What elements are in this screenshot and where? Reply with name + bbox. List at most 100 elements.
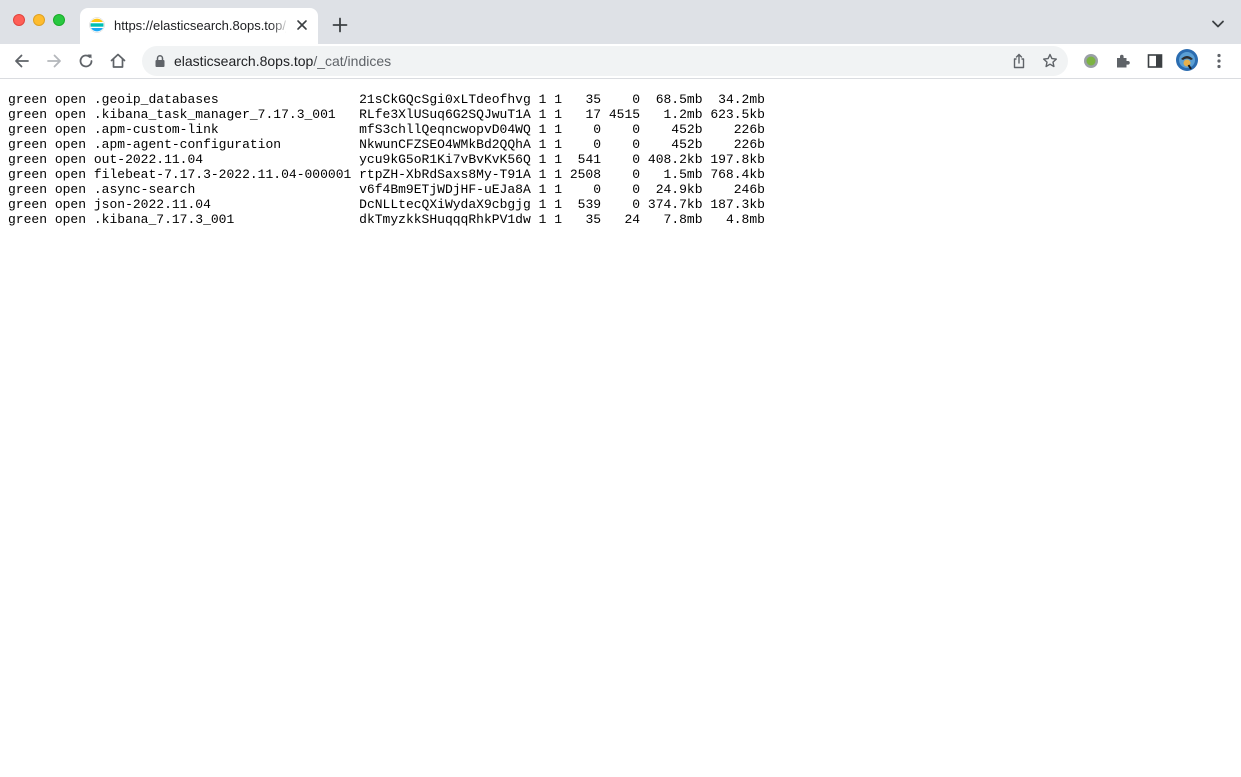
cell-pri-store-size: 4.8mb <box>725 212 765 227</box>
index-row: green open .apm-agent-configuration Nkwu… <box>8 137 765 152</box>
close-icon[interactable] <box>294 17 310 33</box>
cell-uuid: dkTmyzkkSHuqqqRhkPV1dw <box>359 212 531 227</box>
cell-pri-store-size: 246b <box>733 182 765 197</box>
cell-rep: 1 <box>554 107 563 122</box>
cell-index: .geoip_databases <box>93 92 219 107</box>
cell-rep: 1 <box>554 167 563 182</box>
cell-store-size: 452b <box>671 122 703 137</box>
cell-pri: 1 <box>538 167 547 182</box>
cell-store-size: 374.7kb <box>647 197 703 212</box>
cell-status: open <box>54 182 87 197</box>
cell-status: open <box>54 137 87 152</box>
cell-rep: 1 <box>554 212 563 227</box>
url-host: elasticsearch.8ops.top <box>174 53 314 69</box>
cell-rep: 1 <box>554 152 563 167</box>
cell-pri: 1 <box>538 152 547 167</box>
cell-index: out-2022.11.04 <box>93 152 204 167</box>
cell-pri: 1 <box>538 122 547 137</box>
cell-rep: 1 <box>554 92 563 107</box>
cat-indices-output: green open .geoip_databases 21sCkGQcSgi0… <box>8 92 765 227</box>
cell-docs-count: 35 <box>585 92 602 107</box>
browser-tab[interactable]: https://elasticsearch.8ops.top/_cat/indi… <box>80 8 318 44</box>
extension-status-icon[interactable] <box>1081 51 1101 71</box>
cell-docs-deleted: 0 <box>632 152 641 167</box>
cell-pri: 1 <box>538 137 547 152</box>
cell-store-size: 24.9kb <box>655 182 703 197</box>
cell-docs-count: 539 <box>577 197 602 212</box>
plus-icon[interactable] <box>330 15 350 35</box>
cell-pri-store-size: 226b <box>733 137 765 152</box>
avatar[interactable] <box>1176 49 1198 71</box>
cell-health: green <box>8 107 48 122</box>
url-text[interactable]: elasticsearch.8ops.top/_cat/indices <box>174 52 391 70</box>
cell-health: green <box>8 197 48 212</box>
cell-uuid: mfS3chllQeqncwopvD04WQ <box>359 122 531 137</box>
cell-pri-store-size: 187.3kb <box>710 197 765 212</box>
window-minimize-button[interactable] <box>33 14 45 26</box>
index-row: green open .async-search v6f4Bm9ETjWDjHF… <box>8 182 765 197</box>
index-row: green open .kibana_task_manager_7.17.3_0… <box>8 107 765 122</box>
cell-status: open <box>54 167 87 182</box>
url-path: /_cat/indices <box>313 53 392 69</box>
cell-pri: 1 <box>538 107 547 122</box>
chevron-down-icon[interactable] <box>1210 16 1226 32</box>
cell-docs-count: 17 <box>585 107 602 122</box>
bookmark-star-icon[interactable] <box>1041 52 1059 70</box>
cell-store-size: 452b <box>671 137 703 152</box>
cell-rep: 1 <box>554 182 563 197</box>
cell-pri: 1 <box>538 182 547 197</box>
cell-docs-deleted: 0 <box>632 197 641 212</box>
cell-pri-store-size: 768.4kb <box>710 167 765 182</box>
cell-pri-store-size: 197.8kb <box>710 152 765 167</box>
address-bar[interactable]: elasticsearch.8ops.top/_cat/indices <box>142 46 1068 76</box>
index-row: green open filebeat-7.17.3-2022.11.04-00… <box>8 167 765 182</box>
reload-icon[interactable] <box>76 51 96 71</box>
cell-rep: 1 <box>554 137 563 152</box>
cell-store-size: 1.2mb <box>663 107 703 122</box>
cell-health: green <box>8 122 48 137</box>
index-row: green open .apm-custom-link mfS3chllQeqn… <box>8 122 765 137</box>
cell-store-size: 408.2kb <box>647 152 703 167</box>
cell-store-size: 1.5mb <box>663 167 703 182</box>
cell-health: green <box>8 182 48 197</box>
lock-icon[interactable] <box>153 54 167 68</box>
cell-index: .apm-agent-configuration <box>93 137 282 152</box>
cell-health: green <box>8 152 48 167</box>
cell-pri-store-size: 226b <box>733 122 765 137</box>
cell-docs-count: 35 <box>585 212 602 227</box>
home-icon[interactable] <box>108 51 128 71</box>
cell-status: open <box>54 107 87 122</box>
back-arrow-icon[interactable] <box>12 51 32 71</box>
index-row: green open .geoip_databases 21sCkGQcSgi0… <box>8 92 765 107</box>
cell-health: green <box>8 92 48 107</box>
cell-health: green <box>8 167 48 182</box>
cell-docs-deleted: 0 <box>632 92 641 107</box>
more-menu-icon[interactable] <box>1209 51 1229 71</box>
extensions-puzzle-icon[interactable] <box>1113 51 1133 71</box>
cell-docs-deleted: 0 <box>632 122 641 137</box>
window-close-button[interactable] <box>13 14 25 26</box>
cell-index: .apm-custom-link <box>93 122 219 137</box>
cell-docs-count: 2508 <box>569 167 602 182</box>
share-icon[interactable] <box>1010 52 1028 70</box>
cell-health: green <box>8 137 48 152</box>
tab-strip: https://elasticsearch.8ops.top/_cat/indi… <box>0 0 1241 44</box>
window-zoom-button[interactable] <box>53 14 65 26</box>
cell-uuid: 21sCkGQcSgi0xLTdeofhvg <box>359 92 531 107</box>
cell-rep: 1 <box>554 197 563 212</box>
side-panel-icon[interactable] <box>1145 51 1165 71</box>
cell-docs-deleted: 4515 <box>608 107 641 122</box>
cell-status: open <box>54 212 87 227</box>
cell-docs-deleted: 0 <box>632 137 641 152</box>
cell-docs-deleted: 0 <box>632 182 641 197</box>
page-content: green open .geoip_databases 21sCkGQcSgi0… <box>0 79 1241 777</box>
forward-arrow-icon[interactable] <box>44 51 64 71</box>
cell-rep: 1 <box>554 122 563 137</box>
cell-docs-count: 0 <box>593 137 602 152</box>
cell-uuid: rtpZH-XbRdSaxs8My-T91A <box>359 167 531 182</box>
cell-status: open <box>54 152 87 167</box>
cell-status: open <box>54 92 87 107</box>
cell-pri-store-size: 623.5kb <box>710 107 765 122</box>
cell-pri-store-size: 34.2mb <box>718 92 765 107</box>
cell-docs-deleted: 24 <box>624 212 641 227</box>
